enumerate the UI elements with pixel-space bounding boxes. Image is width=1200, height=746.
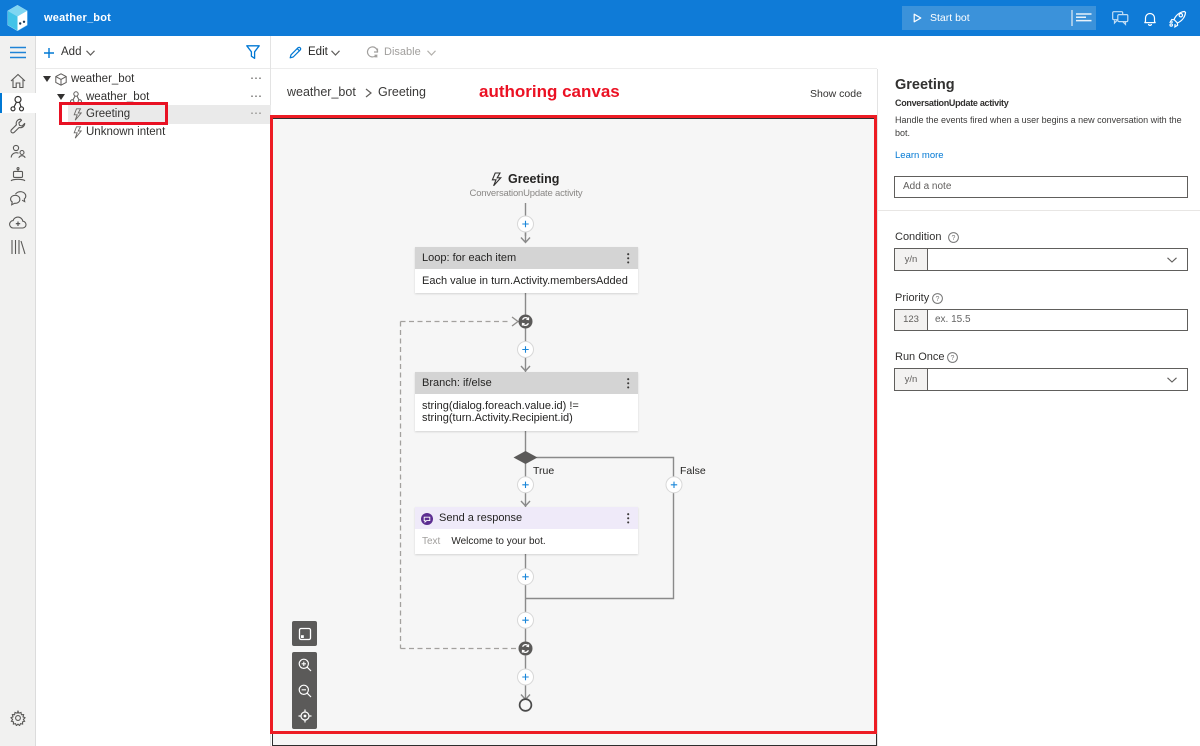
svg-text:?: ?: [936, 296, 940, 303]
svg-text:?: ?: [951, 355, 955, 362]
svg-text:?: ?: [952, 235, 956, 242]
